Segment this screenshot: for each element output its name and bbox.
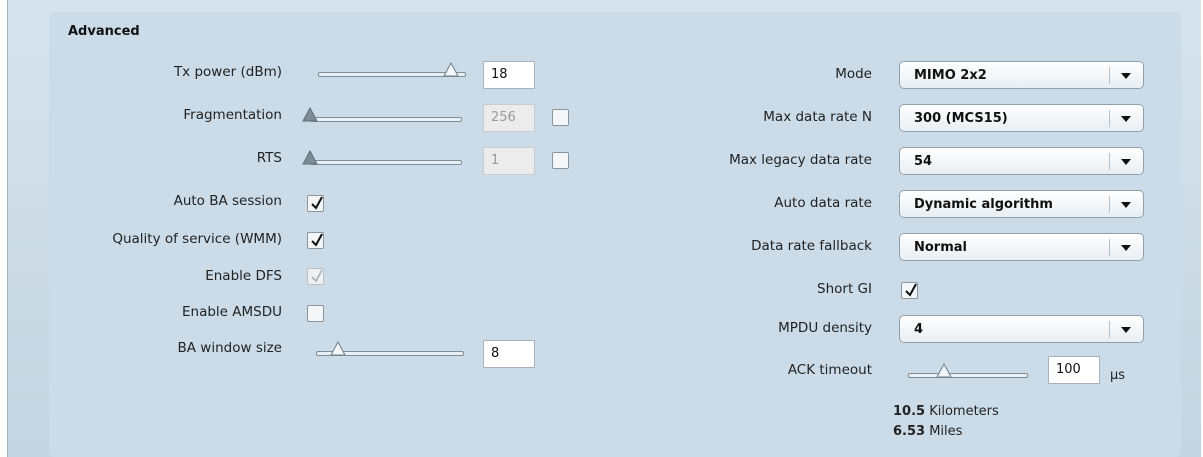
distance-km-value: 10.5	[893, 404, 926, 419]
auto-rate-value: Dynamic algorithm	[914, 197, 1053, 212]
slider-track	[310, 117, 462, 122]
chevron-down-icon	[1121, 245, 1131, 251]
distance-mi-unit: Miles	[929, 424, 963, 439]
rts-label: RTS	[256, 150, 282, 166]
check-icon	[311, 196, 323, 210]
max-rate-n-value: 300 (MCS15)	[914, 111, 1008, 126]
distance-km-unit: Kilometers	[929, 404, 999, 419]
distance-mi-value: 6.53	[893, 424, 926, 439]
mpdu-density-label: MPDU density	[778, 320, 872, 336]
divider	[1109, 196, 1110, 213]
divider	[1109, 67, 1110, 84]
enable-dfs-label: Enable DFS	[205, 268, 282, 284]
short-gi-checkbox[interactable]	[901, 282, 918, 299]
rate-fallback-value: Normal	[914, 240, 967, 255]
rate-fallback-label: Data rate fallback	[751, 238, 872, 254]
enable-amsdu-checkbox[interactable]	[307, 305, 324, 322]
tx-power-label: Tx power (dBm)	[173, 64, 282, 80]
chevron-down-icon	[1121, 327, 1131, 333]
wmm-label: Quality of service (WMM)	[112, 231, 282, 247]
rts-input: 1	[483, 147, 535, 175]
auto-ba-session-label: Auto BA session	[173, 193, 282, 209]
fragmentation-slider	[302, 107, 462, 126]
mpdu-density-value: 4	[914, 322, 924, 337]
divider	[1109, 239, 1110, 256]
ack-timeout-unit: μs	[1110, 368, 1126, 383]
chevron-down-icon	[1121, 116, 1131, 122]
max-legacy-rate-value: 54	[914, 154, 933, 169]
max-legacy-rate-select[interactable]: 54	[899, 147, 1144, 175]
divider	[1109, 110, 1110, 127]
tx-power-slider[interactable]	[318, 62, 466, 81]
fragmentation-label: Fragmentation	[183, 107, 282, 123]
distance-mi-readout: 6.53 Miles	[893, 424, 962, 439]
wmm-checkbox[interactable]	[307, 232, 324, 249]
divider	[1109, 321, 1110, 338]
auto-rate-label: Auto data rate	[774, 195, 872, 211]
ack-timeout-input[interactable]: 100	[1048, 356, 1100, 384]
tx-power-input[interactable]: 18	[483, 61, 535, 89]
auto-ba-session-checkbox[interactable]	[307, 195, 324, 212]
check-icon	[311, 233, 323, 247]
section-title: Advanced	[68, 24, 140, 39]
auto-rate-select[interactable]: Dynamic algorithm	[899, 190, 1144, 218]
short-gi-label: Short GI	[817, 281, 872, 297]
divider	[1109, 153, 1110, 170]
rts-checkbox[interactable]	[552, 152, 569, 169]
chevron-down-icon	[1121, 202, 1131, 208]
fragmentation-input: 256	[483, 104, 535, 132]
slider-track	[908, 373, 1028, 378]
ack-timeout-label: ACK timeout	[787, 362, 872, 378]
mpdu-density-select[interactable]: 4	[899, 315, 1144, 343]
ba-window-size-input[interactable]: 8	[483, 340, 535, 368]
distance-km-readout: 10.5 Kilometers	[893, 404, 999, 419]
mode-select[interactable]: MIMO 2x2	[899, 61, 1144, 89]
max-rate-n-select[interactable]: 300 (MCS15)	[899, 104, 1144, 132]
check-icon	[311, 269, 323, 283]
ba-window-size-label: BA window size	[177, 340, 282, 356]
max-rate-n-label: Max data rate N	[763, 109, 872, 125]
slider-track	[310, 160, 462, 165]
enable-amsdu-label: Enable AMSDU	[181, 304, 282, 320]
chevron-down-icon	[1121, 73, 1131, 79]
ack-timeout-slider[interactable]	[908, 363, 1028, 382]
chevron-down-icon	[1121, 159, 1131, 165]
mode-value: MIMO 2x2	[914, 68, 987, 83]
fragmentation-checkbox[interactable]	[552, 109, 569, 126]
rate-fallback-select[interactable]: Normal	[899, 233, 1144, 261]
ba-window-size-slider[interactable]	[316, 341, 464, 360]
max-legacy-rate-label: Max legacy data rate	[729, 152, 872, 168]
check-icon	[905, 283, 917, 297]
rts-slider	[302, 150, 462, 169]
enable-dfs-checkbox	[307, 268, 324, 285]
mode-label: Mode	[835, 66, 872, 82]
